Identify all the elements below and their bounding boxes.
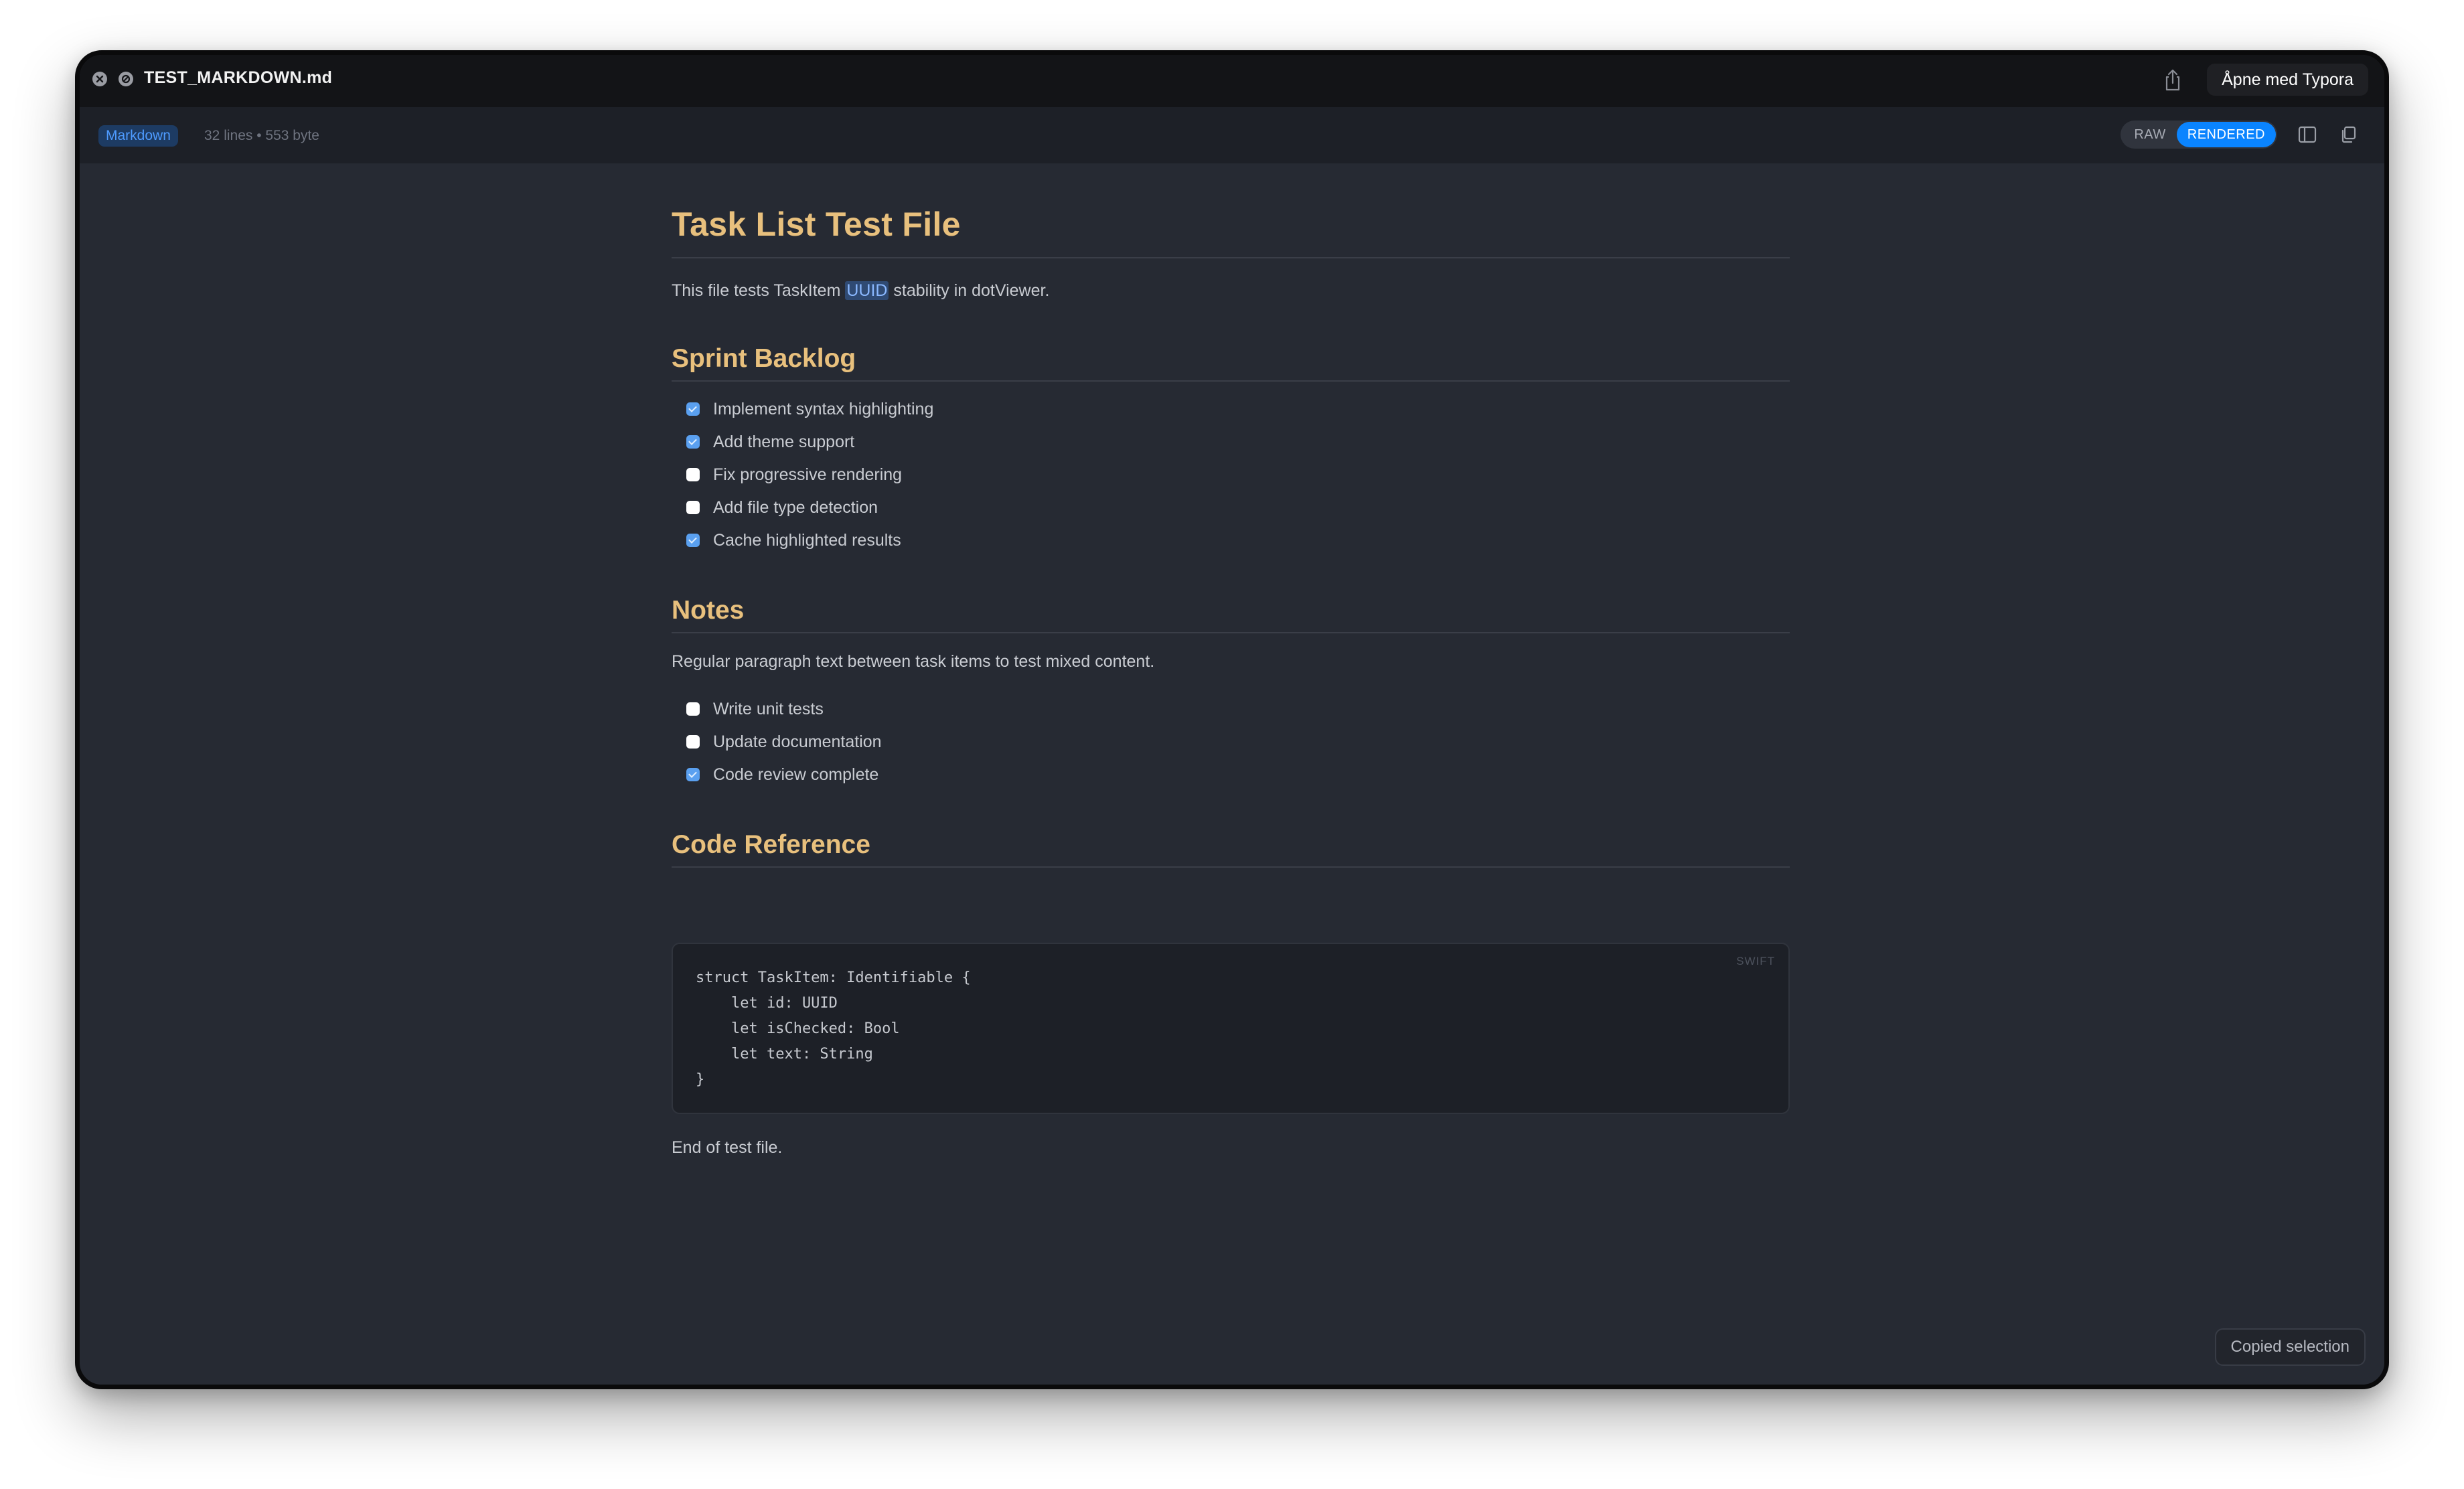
code-line: let id: UUID (696, 995, 838, 1012)
section-heading-notes: Notes (672, 596, 745, 625)
task-item: Write unit tests (686, 698, 824, 720)
code-line: } (696, 1071, 705, 1088)
code-line: struct TaskItem: Identifiable { (696, 969, 971, 986)
share-icon[interactable] (2162, 68, 2183, 92)
copied-toast: Copied selection (2214, 1328, 2366, 1366)
section-heading-code-reference: Code Reference (672, 830, 870, 859)
rendered-mode-button[interactable]: RENDERED (2176, 122, 2276, 147)
intro-paragraph: This file tests TaskItem UUID stability … (672, 281, 1049, 301)
rendered-content: Task List Test File This file tests Task… (80, 163, 2384, 1385)
task-label: Cache highlighted results (713, 530, 901, 550)
section-rule (672, 380, 1790, 382)
file-meta: 32 lines • 553 byte (204, 128, 319, 143)
title-bar: TEST_MARKDOWN.md Åpne med Typora (80, 55, 2384, 107)
copy-icon[interactable] (2337, 123, 2360, 146)
task-label: Implement syntax highlighting (713, 399, 934, 418)
checkbox-unchecked[interactable] (686, 501, 700, 514)
footer-paragraph: End of test file. (672, 1138, 783, 1157)
raw-mode-button[interactable]: RAW (2121, 127, 2176, 143)
checkbox-checked[interactable] (686, 768, 700, 781)
document-title: Task List Test File (672, 206, 961, 243)
checkbox-unchecked[interactable] (686, 468, 700, 481)
code-language-label: SWIFT (1736, 955, 1775, 967)
open-with-typora-button[interactable]: Åpne med Typora (2207, 64, 2368, 96)
sidebar-toggle-icon[interactable] (2296, 123, 2319, 146)
checkbox-checked[interactable] (686, 435, 700, 449)
task-label: Add file type detection (713, 497, 878, 517)
code-line: let isChecked: Bool (696, 1020, 900, 1037)
checkbox-unchecked[interactable] (686, 702, 700, 716)
task-label: Fix progressive rendering (713, 465, 903, 484)
title-rule (672, 257, 1790, 258)
task-label: Write unit tests (713, 699, 824, 718)
file-toolbar: Markdown 32 lines • 553 byte RAW RENDERE… (80, 107, 2384, 163)
no-entry-icon[interactable] (119, 72, 133, 86)
task-item: Add theme support (686, 430, 854, 453)
viewer-window: TEST_MARKDOWN.md Åpne med Typora Markdow… (75, 50, 2389, 1389)
task-item: Cache highlighted results (686, 529, 901, 552)
task-label: Code review complete (713, 765, 879, 784)
intro-text: This file tests TaskItem (672, 281, 846, 300)
notes-paragraph: Regular paragraph text between task item… (672, 652, 1155, 671)
code-line: let text: String (696, 1046, 873, 1063)
window-title: TEST_MARKDOWN.md (144, 68, 333, 87)
section-heading-sprint-backlog: Sprint Backlog (672, 344, 856, 373)
task-item: Add file type detection (686, 496, 878, 519)
task-item: Update documentation (686, 730, 882, 753)
code-block[interactable]: SWIFT struct TaskItem: Identifiable { le… (672, 943, 1790, 1114)
task-item: Implement syntax highlighting (686, 398, 933, 420)
close-icon[interactable] (92, 72, 107, 86)
language-badge: Markdown (98, 125, 178, 147)
task-label: Add theme support (713, 432, 855, 451)
checkbox-checked[interactable] (686, 534, 700, 547)
checkbox-unchecked[interactable] (686, 735, 700, 749)
section-rule (672, 632, 1790, 633)
uuid-highlight: UUID (845, 281, 889, 300)
checkbox-checked[interactable] (686, 402, 700, 416)
view-mode-toggle: RAW RENDERED (2121, 121, 2277, 149)
task-item: Fix progressive rendering (686, 463, 902, 486)
intro-text-end: stability in dotViewer. (889, 281, 1050, 300)
task-item: Code review complete (686, 763, 878, 786)
task-label: Update documentation (713, 732, 882, 751)
section-rule (672, 866, 1790, 868)
